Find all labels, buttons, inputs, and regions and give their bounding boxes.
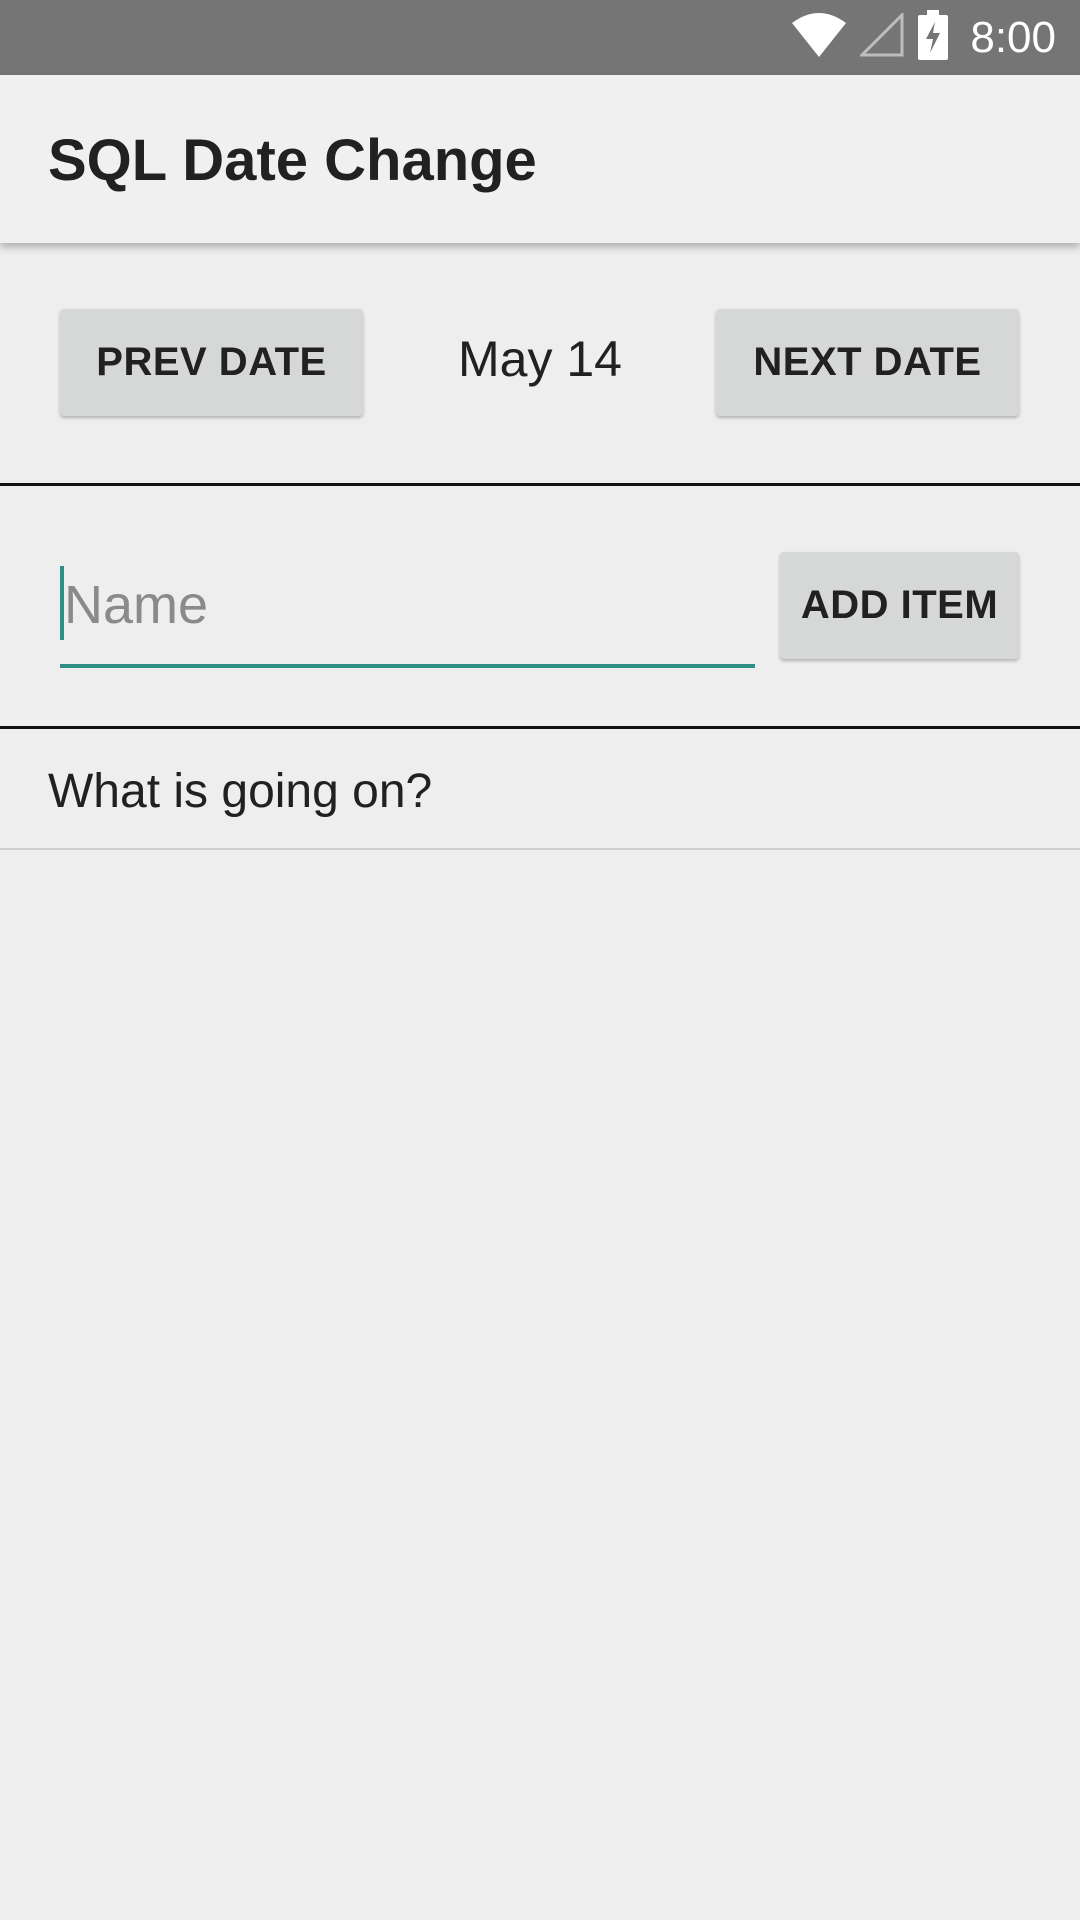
add-item-button[interactable]: ADD ITEM	[780, 552, 1019, 659]
status-bar: 8:00	[0, 0, 1080, 75]
battery-charging-icon	[918, 10, 949, 65]
name-input[interactable]: Name	[60, 564, 755, 668]
app-bar: SQL Date Change	[0, 75, 1080, 243]
next-date-button[interactable]: NEXT DATE	[716, 309, 1019, 416]
divider	[0, 483, 1080, 486]
current-date: May 14	[458, 331, 622, 387]
divider	[0, 726, 1080, 729]
prev-date-button[interactable]: PREV DATE	[60, 309, 363, 416]
name-input-placeholder: Name	[64, 575, 209, 635]
status-icons: 8:00	[792, 0, 1056, 75]
list-item[interactable]: What is going on?	[0, 730, 1080, 850]
cell-signal-icon	[858, 11, 904, 62]
wifi-icon	[792, 13, 847, 62]
app-title: SQL Date Change	[48, 128, 537, 193]
list-item-text: What is going on?	[48, 765, 433, 818]
status-time: 8:00	[970, 12, 1056, 62]
